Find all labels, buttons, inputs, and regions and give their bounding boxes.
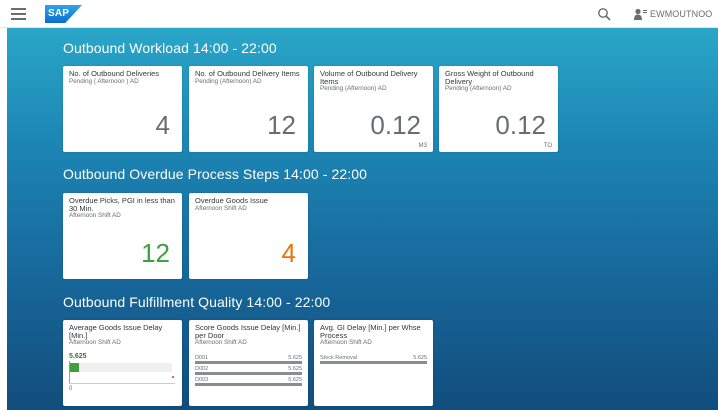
axis-baseline xyxy=(69,383,175,384)
kpi-value: 12 xyxy=(267,110,296,140)
list-item-bar xyxy=(195,361,302,364)
list-item-bar xyxy=(195,372,302,375)
tile-subtitle: Pending (Afternoon) AD xyxy=(445,85,512,92)
tile-subtitle: Pending (Afternoon) AD xyxy=(320,85,387,92)
list-item: D002 5.625 xyxy=(195,366,302,376)
kpi-value: 0.12 xyxy=(370,110,421,140)
target-marker xyxy=(172,376,174,378)
kpi-value: 4 xyxy=(155,110,170,140)
tile-subtitle: Afternoon Shift AD xyxy=(69,339,121,346)
group-title-outbound-workload: Outbound Workload 14:00 - 22:00 xyxy=(63,40,277,56)
tile-title: No. of Outbound Delivery Items xyxy=(195,69,300,78)
shell-bar: SAP EWMOUTNOO xyxy=(0,0,718,28)
list-item: Stock Removal 5.625 xyxy=(320,355,427,365)
axis-min-label: 0 xyxy=(69,386,73,392)
tile-score-delay-per-door[interactable]: Score Goods Issue Delay [Min.] per Door … xyxy=(189,320,308,406)
kpi-value: 4 xyxy=(281,238,296,268)
axis-line xyxy=(69,361,70,383)
launchpad-content: Outbound Workload 14:00 - 22:00 No. of O… xyxy=(7,28,718,410)
list-item-bar xyxy=(195,383,302,386)
kpi-value: 12 xyxy=(141,238,170,268)
tile-subtitle: Afternoon Shift AD xyxy=(195,339,247,346)
group-title-overdue-process-steps: Outbound Overdue Process Steps 14:00 - 2… xyxy=(63,166,368,182)
user-name[interactable]: EWMOUTNOO xyxy=(650,9,712,19)
kpi-unit: M3 xyxy=(418,143,427,149)
tile-outbound-delivery-items[interactable]: No. of Outbound Delivery Items Pending (… xyxy=(189,66,308,152)
tile-overdue-goods-issue[interactable]: Overdue Goods Issue Afternoon Shift AD 4 xyxy=(189,193,308,279)
tile-average-goods-issue-delay[interactable]: Average Goods Issue Delay [Min.] Afterno… xyxy=(63,320,182,406)
group-title-fulfillment-quality: Outbound Fulfillment Quality 14:00 - 22:… xyxy=(63,294,331,310)
bar-fill xyxy=(69,363,80,372)
bar-track xyxy=(69,363,172,372)
search-icon[interactable] xyxy=(597,7,611,21)
tile-overdue-picks[interactable]: Overdue Picks, PGI in less than 30 Min. … xyxy=(63,193,182,279)
tile-subtitle: Pending (Afternoon) AD xyxy=(195,77,262,85)
tile-subtitle: Afternoon Shift AD xyxy=(195,204,247,212)
sap-logo[interactable]: SAP xyxy=(45,5,82,23)
hamburger-icon[interactable] xyxy=(11,8,26,20)
user-icon[interactable] xyxy=(634,8,647,20)
tile-subtitle: Pending ( Afternoon ) AD xyxy=(69,77,139,85)
tile-outbound-deliveries[interactable]: No. of Outbound Deliveries Pending ( Aft… xyxy=(63,66,182,152)
tile-title: Volume of Outbound Delivery Items xyxy=(320,69,418,86)
tile-avg-gi-delay-per-process[interactable]: Avg. GI Delay [Min.] per Whse Process Af… xyxy=(314,320,433,406)
tile-title: Gross Weight of Outbound Delivery xyxy=(445,69,534,86)
kpi-value: 0.12 xyxy=(495,110,546,140)
tile-volume-delivery-items[interactable]: Volume of Outbound Delivery Items Pendin… xyxy=(314,66,433,152)
list-item: D003 5.625 xyxy=(195,377,302,387)
tile-title: Score Goods Issue Delay [Min.] per Door xyxy=(195,323,301,340)
list-item: D001 5.625 xyxy=(195,355,302,365)
list-item-bar xyxy=(320,361,427,364)
tile-title: Average Goods Issue Delay [Min.] xyxy=(69,323,163,340)
tile-subtitle: Afternoon Shift AD xyxy=(320,339,372,346)
tile-title: Avg. GI Delay [Min.] per Whse Process xyxy=(320,323,421,340)
chart-value: 5.625 xyxy=(69,353,87,360)
tile-subtitle: Afternoon Shift AD xyxy=(69,212,121,219)
tile-gross-weight-delivery[interactable]: Gross Weight of Outbound Delivery Pendin… xyxy=(439,66,558,152)
tile-title: No. of Outbound Deliveries xyxy=(69,69,160,78)
tile-title: Overdue Picks, PGI in less than 30 Min. xyxy=(69,196,175,213)
kpi-unit: TO xyxy=(543,143,552,149)
tile-title: Overdue Goods Issue xyxy=(195,196,268,205)
